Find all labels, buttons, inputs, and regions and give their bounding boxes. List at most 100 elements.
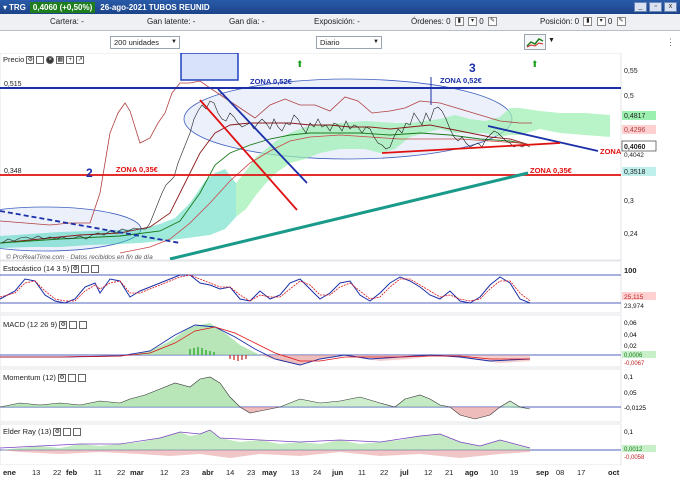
exposicion-label: Exposición: - xyxy=(314,17,360,26)
x-axis-tick-label: 21 xyxy=(445,468,453,477)
grid-icon[interactable]: ▦ xyxy=(56,55,65,64)
x-axis-tick-label: 19 xyxy=(510,468,518,477)
chart-area[interactable]: ZONA 0,52€ ZONA 0,52€ ZONA 0,35€ ZONA 0,… xyxy=(0,53,680,465)
wrench-icon[interactable]: ⚙ xyxy=(26,55,35,64)
x-axis-tick-label: 17 xyxy=(577,468,585,477)
ordenes-zero: 0 xyxy=(479,17,484,26)
y-tick: 0,5 xyxy=(624,93,634,100)
macd-panel-title: MACD (12 26 9) xyxy=(3,320,58,329)
x-axis-tick-label: 14 xyxy=(226,468,234,477)
zona-035-label-a: ZONA 0,35€ xyxy=(116,165,159,174)
x-axis-tick-label: 12 xyxy=(160,468,168,477)
momentum-panel-header: Momentum (12) ⚙ xyxy=(3,373,86,382)
zona-035-label-b: ZONA 0,35€ xyxy=(530,166,573,175)
x-axis-tick-label: 22 xyxy=(380,468,388,477)
window-icon[interactable] xyxy=(69,320,78,329)
current-price-value: 0,4060 xyxy=(624,144,646,151)
wrench-icon[interactable]: ⚙ xyxy=(53,427,62,436)
window-titlebar: ▾ TRG 0,4060 (+0,50%) 26-ago-2021 TUBOS … xyxy=(0,0,680,14)
x-axis-tick-label: 24 xyxy=(313,468,321,477)
elder-panel-header: Elder Ray (13) ⚙ xyxy=(3,427,82,436)
macd-signal-value: -0,0067 xyxy=(624,361,645,367)
close-button[interactable]: x xyxy=(664,2,677,12)
restore-button[interactable]: ▫ xyxy=(649,2,662,12)
stoch-panel-title: Estocástico (14 3 5) xyxy=(3,264,70,273)
collapse-chevron-icon[interactable]: ▾ xyxy=(3,3,7,12)
ordenes-edit-icon[interactable]: ✎ xyxy=(487,17,497,27)
stoch-panel-header: Estocástico (14 3 5) ⚙ xyxy=(3,264,100,273)
window-icon[interactable] xyxy=(67,373,76,382)
posicion-zero: 0 xyxy=(607,17,613,26)
chart-toolbar: 200 unidades ▼ Diario ▼ ▼ ⋮ xyxy=(0,31,680,53)
x-axis-tick-label: 22 xyxy=(117,468,125,477)
close-icon[interactable]: × xyxy=(46,55,55,64)
chart-type-button[interactable] xyxy=(524,34,546,50)
y-tick: 0,3518 xyxy=(624,169,646,176)
x-axis-tick-label: 13 xyxy=(32,468,40,477)
posicion-label: Posición: 0 ▮ ▾ 0 ✎ xyxy=(540,17,626,27)
stoch-y-top: 100 xyxy=(624,266,637,275)
x-axis-tick-label: feb xyxy=(66,468,78,477)
momentum-y-tick: 0,05 xyxy=(624,390,637,397)
momentum-y-tick: 0,1 xyxy=(624,374,633,381)
maximize-icon[interactable] xyxy=(77,373,86,382)
y-tick: 0,24 xyxy=(624,231,638,238)
window-icon[interactable] xyxy=(36,55,45,64)
x-axis-tick-label: 10 xyxy=(490,468,498,477)
chevron-down-icon: ▼ xyxy=(171,39,177,45)
symbol-label: TRG xyxy=(9,2,26,12)
posicion-chevron-icon[interactable]: ▾ xyxy=(596,17,606,27)
wave-3-label: 3 xyxy=(469,61,476,75)
x-axis-tick-label: 23 xyxy=(247,468,255,477)
x-axis-tick-label: ago xyxy=(465,468,479,477)
ordenes-chevron-icon[interactable]: ▾ xyxy=(468,17,478,27)
left-level-0515: 0,515 xyxy=(4,81,22,88)
wrench-icon[interactable]: ⚙ xyxy=(59,320,68,329)
x-axis-tick-label: mar xyxy=(130,468,144,477)
elder-bull-value: 0,0012 xyxy=(624,447,643,453)
date-and-name: 26-ago-2021 TUBOS REUNID xyxy=(100,2,210,12)
window-icon[interactable] xyxy=(81,264,90,273)
add-indicator-icon[interactable]: + xyxy=(66,55,75,64)
momentum-panel-title: Momentum (12) xyxy=(3,373,56,382)
window-icon[interactable] xyxy=(63,427,72,436)
ordenes-lock-icon[interactable]: ▮ xyxy=(454,17,464,27)
price-y-axis: 0,55 0,5 0,4817 0,4296 0,4060 0,4042 0,3… xyxy=(621,68,657,238)
wrench-icon[interactable]: ⚙ xyxy=(57,373,66,382)
x-axis-tick-label: sep xyxy=(536,468,549,477)
maximize-icon[interactable] xyxy=(91,264,100,273)
x-axis-tick-label: abr xyxy=(202,468,214,477)
y-tick: 0,55 xyxy=(624,68,638,75)
elder-ray-panel: 0,1 0,0012 -0,0058 xyxy=(0,423,656,465)
x-axis-tick-label: 08 xyxy=(556,468,564,477)
maximize-icon[interactable] xyxy=(73,427,82,436)
units-select[interactable]: 200 unidades ▼ xyxy=(110,36,180,49)
wrench-icon[interactable]: ⚙ xyxy=(71,264,80,273)
maximize-icon[interactable] xyxy=(79,320,88,329)
price-change-badge: 0,4060 (+0,50%) xyxy=(29,1,96,13)
posicion-value: Posición: 0 xyxy=(540,17,580,26)
macd-y-tick: 0,04 xyxy=(624,332,637,339)
collapse-panel-icon[interactable]: ⋮ xyxy=(666,37,675,48)
period-select[interactable]: Diario ▼ xyxy=(316,36,382,49)
momentum-panel: 0,1 0,05 -0,0125 xyxy=(0,368,646,423)
macd-y-tick: 0,06 xyxy=(624,320,637,327)
units-select-value: 200 unidades xyxy=(114,38,160,47)
stoch-d-value: 25,115 xyxy=(624,294,644,301)
x-axis-tick-label: 23 xyxy=(181,468,189,477)
ordenes-value: Órdenes: 0 xyxy=(411,17,451,26)
posicion-lock-icon[interactable]: ▮ xyxy=(583,17,593,27)
macd-panel: 0,06 0,04 0,02 0,0006 -0,0067 xyxy=(0,314,656,368)
x-axis-tick-label: 12 xyxy=(424,468,432,477)
elder-y-tick: 0,1 xyxy=(624,429,633,436)
gan-latente-label: Gan latente: - xyxy=(147,17,196,26)
x-axis-tick-label: 13 xyxy=(291,468,299,477)
chart-type-chevron-icon[interactable]: ▼ xyxy=(548,37,555,44)
minimize-button[interactable]: _ xyxy=(634,2,647,12)
macd-panel-header: MACD (12 26 9) ⚙ xyxy=(3,320,88,329)
y-tick: 0,4817 xyxy=(624,113,646,120)
highlight-box xyxy=(180,53,239,81)
posicion-edit-icon[interactable]: ✎ xyxy=(616,17,626,27)
export-icon[interactable]: ↗ xyxy=(76,55,85,64)
momentum-value: -0,0125 xyxy=(624,405,646,412)
